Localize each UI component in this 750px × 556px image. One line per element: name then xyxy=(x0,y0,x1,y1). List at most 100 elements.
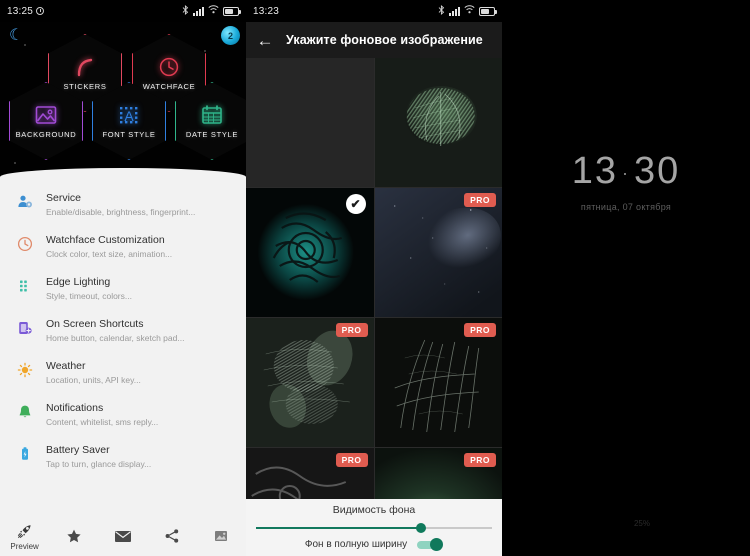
sticker-arc-icon xyxy=(74,56,96,78)
aod-preview-panel: 13 · 30 пятница, 07 октября 25% xyxy=(502,0,750,556)
moon-icon: ☾ xyxy=(9,27,24,44)
settings-row-title: Notifications xyxy=(46,402,104,414)
back-arrow-icon[interactable]: ← xyxy=(254,32,276,49)
aod-clock-time: 13 · 30 xyxy=(502,152,750,190)
settings-list: Service Enable/disable, brightness, fing… xyxy=(0,168,246,478)
bluetooth-icon xyxy=(438,4,445,18)
hex-tile-background[interactable]: BACKGROUND xyxy=(9,82,83,160)
calendar-icon xyxy=(200,104,224,126)
full-width-toggle[interactable] xyxy=(415,538,444,551)
slider-thumb[interactable] xyxy=(416,523,427,533)
settings-row-subtitle: Style, timeout, colors... xyxy=(46,291,132,301)
picker-status-bar: 13:23 xyxy=(246,0,502,22)
wallpaper-thumb-milky-way xyxy=(374,188,502,317)
status-left: 13:25 xyxy=(7,5,45,17)
hex-tile-date-style[interactable]: DATE STYLE xyxy=(175,82,246,160)
settings-row-service[interactable]: Service Enable/disable, brightness, fing… xyxy=(0,184,246,226)
toolbar-image-button[interactable] xyxy=(197,528,246,547)
settings-row-text: Watchface Customization Clock color, tex… xyxy=(38,233,172,261)
signal-icon xyxy=(193,6,204,16)
hex-tile-font-style[interactable]: A FONT STYLE xyxy=(92,82,166,160)
star-icon xyxy=(66,528,82,547)
settings-row-notifications[interactable]: Notifications Content, whitelist, sms re… xyxy=(0,394,246,436)
background-visibility-slider[interactable] xyxy=(256,521,492,535)
battery-icon xyxy=(223,6,241,16)
full-width-toggle-label: Фон в полную ширину xyxy=(304,539,408,550)
pro-badge: PRO xyxy=(464,453,496,467)
pro-badge: PRO xyxy=(335,323,368,337)
image-icon xyxy=(34,104,58,126)
picker-title: Укажите фоновое изображение xyxy=(286,33,483,47)
screenshot-root: 13:25 ☾ 2 STICKERS WATCHFACE BACKGROUND … xyxy=(0,0,750,556)
wallpaper-grid: ✔ PRO PRO PRO PRO PRO xyxy=(246,58,502,556)
image-icon xyxy=(213,528,229,547)
share-icon xyxy=(164,528,180,547)
shortcut-icon xyxy=(12,317,38,336)
mail-icon xyxy=(114,529,132,546)
settings-row-title: Service xyxy=(46,192,82,204)
settings-row-weather[interactable]: Weather Location, units, API key... xyxy=(0,352,246,394)
pro-badge: PRO xyxy=(464,193,496,207)
bluetooth-icon xyxy=(182,4,189,18)
settings-row-on-screen-shortcuts[interactable]: On Screen Shortcuts Home button, calenda… xyxy=(0,310,246,352)
wallpaper-cell[interactable]: PRO xyxy=(374,318,502,447)
decor-dot xyxy=(14,162,16,164)
toolbar-favorite-button[interactable] xyxy=(49,528,98,547)
status-clock: 13:25 xyxy=(7,5,34,17)
hero-hex-menu: ☾ 2 STICKERS WATCHFACE BACKGROUND A FONT… xyxy=(0,22,246,180)
toolbar-mail-button[interactable] xyxy=(98,529,147,546)
settings-row-battery-saver[interactable]: Battery Saver Tap to turn, glance displa… xyxy=(0,436,246,478)
settings-row-edge-lighting[interactable]: Edge Lighting Style, timeout, colors... xyxy=(0,268,246,310)
brightness-percent: 25% xyxy=(633,519,650,528)
rocket-icon xyxy=(17,523,33,542)
settings-row-text: Battery Saver Tap to turn, glance displa… xyxy=(38,443,151,471)
pro-badge: PRO xyxy=(335,453,368,467)
notification-badge[interactable]: 2 xyxy=(221,26,240,45)
wallpaper-cell[interactable]: PRO xyxy=(374,188,502,317)
wallpaper-thumb-dark-foliage xyxy=(374,318,502,447)
hex-tile-label: DATE STYLE xyxy=(185,129,239,139)
settings-row-title: Weather xyxy=(46,360,86,372)
wallpaper-cell[interactable]: PRO xyxy=(246,318,374,447)
settings-row-subtitle: Tap to turn, glance display... xyxy=(46,459,152,469)
picker-footer: Видимость фона Фон в полную ширину xyxy=(246,499,502,556)
toolbar-preview-label: Preview xyxy=(10,542,39,551)
full-width-toggle-row: Фон в полную ширину xyxy=(256,538,492,551)
aod-minutes: 30 xyxy=(634,150,681,192)
settings-row-text: On Screen Shortcuts Home button, calenda… xyxy=(38,317,184,345)
wifi-icon xyxy=(208,5,219,17)
signal-icon xyxy=(449,6,460,16)
toggle-knob xyxy=(430,538,444,551)
wallpaper-picker-panel: 13:23 ← Укажите фоновое изображение ✔ PR… xyxy=(246,0,502,556)
app-status-bar: 13:25 xyxy=(0,0,246,22)
status-right xyxy=(182,4,241,18)
settings-row-text: Edge Lighting Style, timeout, colors... xyxy=(38,275,132,303)
status-clock: 13:23 xyxy=(253,5,280,17)
wallpaper-thumb-plain-dark xyxy=(246,58,374,187)
settings-row-title: On Screen Shortcuts xyxy=(46,318,144,330)
decor-dot xyxy=(24,44,26,46)
font-a-icon: A xyxy=(117,104,141,126)
aod-clock: 13 · 30 пятница, 07 октября xyxy=(502,152,750,212)
hex-tile-label: FONT STYLE xyxy=(102,129,156,139)
selected-check-icon: ✔ xyxy=(345,194,366,214)
toolbar-share-button[interactable] xyxy=(148,528,197,547)
status-right xyxy=(438,4,497,18)
settings-row-subtitle: Enable/disable, brightness, fingerprint.… xyxy=(46,207,196,217)
slider-fill xyxy=(256,527,422,529)
toolbar-preview-button[interactable]: Preview xyxy=(0,523,49,551)
wallpaper-cell[interactable] xyxy=(374,58,502,187)
hex-row-bottom: BACKGROUND A FONT STYLE DATE STYLE xyxy=(9,82,246,160)
app-bottom-toolbar: Preview xyxy=(0,518,246,556)
settings-row-subtitle: Location, units, API key... xyxy=(46,375,141,385)
app-home-panel: 13:25 ☾ 2 STICKERS WATCHFACE BACKGROUND … xyxy=(0,0,246,556)
grid-dots-icon xyxy=(12,275,38,294)
clock-icon xyxy=(158,56,180,78)
settings-row-text: Weather Location, units, API key... xyxy=(38,359,141,387)
settings-row-watchface-customization[interactable]: Watchface Customization Clock color, tex… xyxy=(0,226,246,268)
clock-icon xyxy=(12,233,38,252)
settings-row-subtitle: Clock color, text size, animation... xyxy=(46,249,173,259)
wallpaper-cell[interactable]: ✔ xyxy=(246,188,374,317)
wallpaper-cell[interactable] xyxy=(246,58,374,187)
background-visibility-label: Видимость фона xyxy=(332,504,416,516)
